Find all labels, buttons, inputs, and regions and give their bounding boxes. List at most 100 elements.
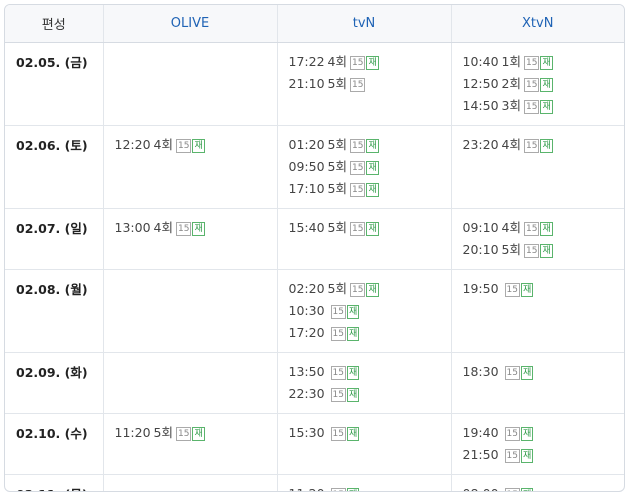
channel-cell: 02:20 5회 15 재 10:30 15 재 17:20 15 재 xyxy=(276,269,451,353)
age-rating-badge: 15 xyxy=(349,283,366,297)
air-time: 17:10 xyxy=(288,181,325,196)
episode-number: 5회 xyxy=(327,220,347,235)
air-time: 15:30 xyxy=(288,425,325,440)
date-cell: 02.11. (목) xyxy=(5,475,103,491)
schedule-entry: 12:20 4회 15 재 xyxy=(115,134,277,156)
age-rating-badge: 15 xyxy=(349,222,366,236)
channel-cell: 15:40 5회 15 재 xyxy=(276,208,451,270)
schedule-entry: 09:50 5회 15 재 xyxy=(289,156,451,178)
air-time: 17:20 xyxy=(288,325,325,340)
air-time: 09:10 xyxy=(462,220,499,235)
age-rating-badge: 15 xyxy=(175,427,192,441)
episode-number: 5회 xyxy=(501,242,521,257)
air-time: 13:50 xyxy=(288,364,325,379)
air-time: 21:10 xyxy=(288,76,325,91)
air-time: 01:20 xyxy=(288,137,325,152)
rerun-badge: 재 xyxy=(540,78,553,92)
rerun-badge: 재 xyxy=(366,161,379,175)
schedule-entry: 19:50 15 재 xyxy=(463,278,625,300)
rerun-badge: 재 xyxy=(346,366,360,380)
schedule-entry: 08:00 15재 xyxy=(463,483,625,491)
air-time: 08:00 xyxy=(463,486,499,491)
age-rating-badge: 15 xyxy=(330,427,346,441)
air-time: 21:50 xyxy=(462,447,499,462)
age-rating-badge: 15 xyxy=(330,305,346,319)
rerun-badge: 재 xyxy=(366,222,379,236)
schedule-entry: 14:50 3회 15 재 xyxy=(463,95,625,117)
schedule-entry: 12:50 2회 15 재 xyxy=(463,73,625,95)
channel-cell: 13:00 4회 15 재 xyxy=(102,208,277,270)
channel-cell: 18:30 15 재 xyxy=(450,352,624,414)
episode-number: 4회 xyxy=(153,137,173,152)
channel-cell: 09:10 4회 15 재 20:10 5회 15 재 xyxy=(450,208,625,270)
age-rating-badge: 15 xyxy=(523,244,540,258)
channel-cell xyxy=(102,269,277,353)
air-time: 10:40 xyxy=(462,54,499,69)
schedule-entry: 11:20 5회 15 재 xyxy=(115,422,277,444)
channel-cell: 11:20 5회 15 재 xyxy=(102,413,277,475)
age-rating-badge: 15 xyxy=(175,222,192,236)
air-time: 19:40 xyxy=(462,425,499,440)
age-rating-badge: 15 xyxy=(523,56,540,70)
rerun-badge: 재 xyxy=(520,488,534,491)
schedule-entry: 13:00 4회 15 재 xyxy=(115,217,277,239)
age-rating-badge: 15 xyxy=(330,488,346,491)
rerun-badge: 재 xyxy=(346,327,360,341)
rerun-badge: 재 xyxy=(192,139,205,153)
header-schedule: 편성 xyxy=(5,5,103,43)
rerun-badge: 재 xyxy=(346,305,360,319)
age-rating-badge: 15 xyxy=(175,139,192,153)
air-time: 15:40 xyxy=(288,220,325,235)
air-time: 12:50 xyxy=(462,76,499,91)
schedule-entry: 17:10 5회 15 재 xyxy=(289,178,451,200)
header-channel-xtvn: XtvN xyxy=(450,5,624,43)
date-cell: 02.10. (수) xyxy=(5,413,103,475)
rerun-badge: 재 xyxy=(192,427,205,441)
rerun-badge: 재 xyxy=(192,222,205,236)
header-channel-tvn: tvN xyxy=(276,5,451,43)
schedule-entry: 01:20 5회 15 재 xyxy=(289,134,451,156)
age-rating-badge: 15 xyxy=(523,100,540,114)
age-rating-badge: 15 xyxy=(504,488,520,491)
age-rating-badge: 15 xyxy=(330,327,346,341)
table-row: 02.08. (월) 02:20 5회 15 재 10:30 15 재 17:20 15 재 19:5… xyxy=(5,269,625,353)
date-cell: 02.09. (화) xyxy=(5,352,103,414)
schedule-entry: 15:40 5회 15 재 xyxy=(289,217,451,239)
schedule-table-container: 편성 OLIVE tvN XtvN 02.05. (금) 17:22 4회 15 재 21… xyxy=(4,4,625,492)
air-time: 11:20 xyxy=(289,486,325,491)
age-rating-badge: 15 xyxy=(504,449,520,463)
rerun-badge: 재 xyxy=(540,56,553,70)
schedule-entry: 15:30 15 재 xyxy=(289,422,451,444)
episode-number: 4회 xyxy=(501,220,521,235)
episode-number: 3회 xyxy=(501,98,521,113)
date-cell: 02.08. (월) xyxy=(5,269,103,353)
rerun-badge: 재 xyxy=(366,56,379,70)
channel-cell xyxy=(102,42,277,126)
schedule-entry: 10:30 15 재 xyxy=(289,300,451,322)
episode-number: 5회 xyxy=(327,76,347,91)
schedule-entry: 23:20 4회 15 재 xyxy=(463,134,625,156)
episode-number: 4회 xyxy=(501,137,521,152)
air-time: 14:50 xyxy=(462,98,499,113)
age-rating-badge: 15 xyxy=(523,222,540,236)
rerun-badge: 재 xyxy=(346,388,360,402)
table-row: 02.07. (일) 13:00 4회 15 재 15:40 5회 15 재 09:10 4회 15 재… xyxy=(5,208,625,270)
channel-cell xyxy=(102,474,277,491)
channel-cell: 19:40 15 재 21:50 15 재 xyxy=(450,413,624,475)
schedule-entry: 20:10 5회 15 재 xyxy=(463,239,625,261)
age-rating-badge: 15 xyxy=(523,139,540,153)
age-rating-badge: 15 xyxy=(330,388,346,402)
episode-number: 5회 xyxy=(327,137,347,152)
rerun-badge: 재 xyxy=(540,222,553,236)
air-time: 17:22 xyxy=(288,54,325,69)
age-rating-badge: 15 xyxy=(349,56,366,70)
schedule-entry: 13:50 15 재 xyxy=(289,361,451,383)
air-time: 09:50 xyxy=(288,159,325,174)
air-time: 20:10 xyxy=(462,242,499,257)
air-time: 10:30 xyxy=(288,303,325,318)
header-row: 편성 OLIVE tvN XtvN xyxy=(5,5,624,43)
rerun-badge: 재 xyxy=(366,139,379,153)
rerun-badge: 재 xyxy=(366,283,379,297)
schedule-entry: 11:20 15재 xyxy=(289,483,451,491)
schedule-entry: 10:40 1회 15 재 xyxy=(463,51,625,73)
